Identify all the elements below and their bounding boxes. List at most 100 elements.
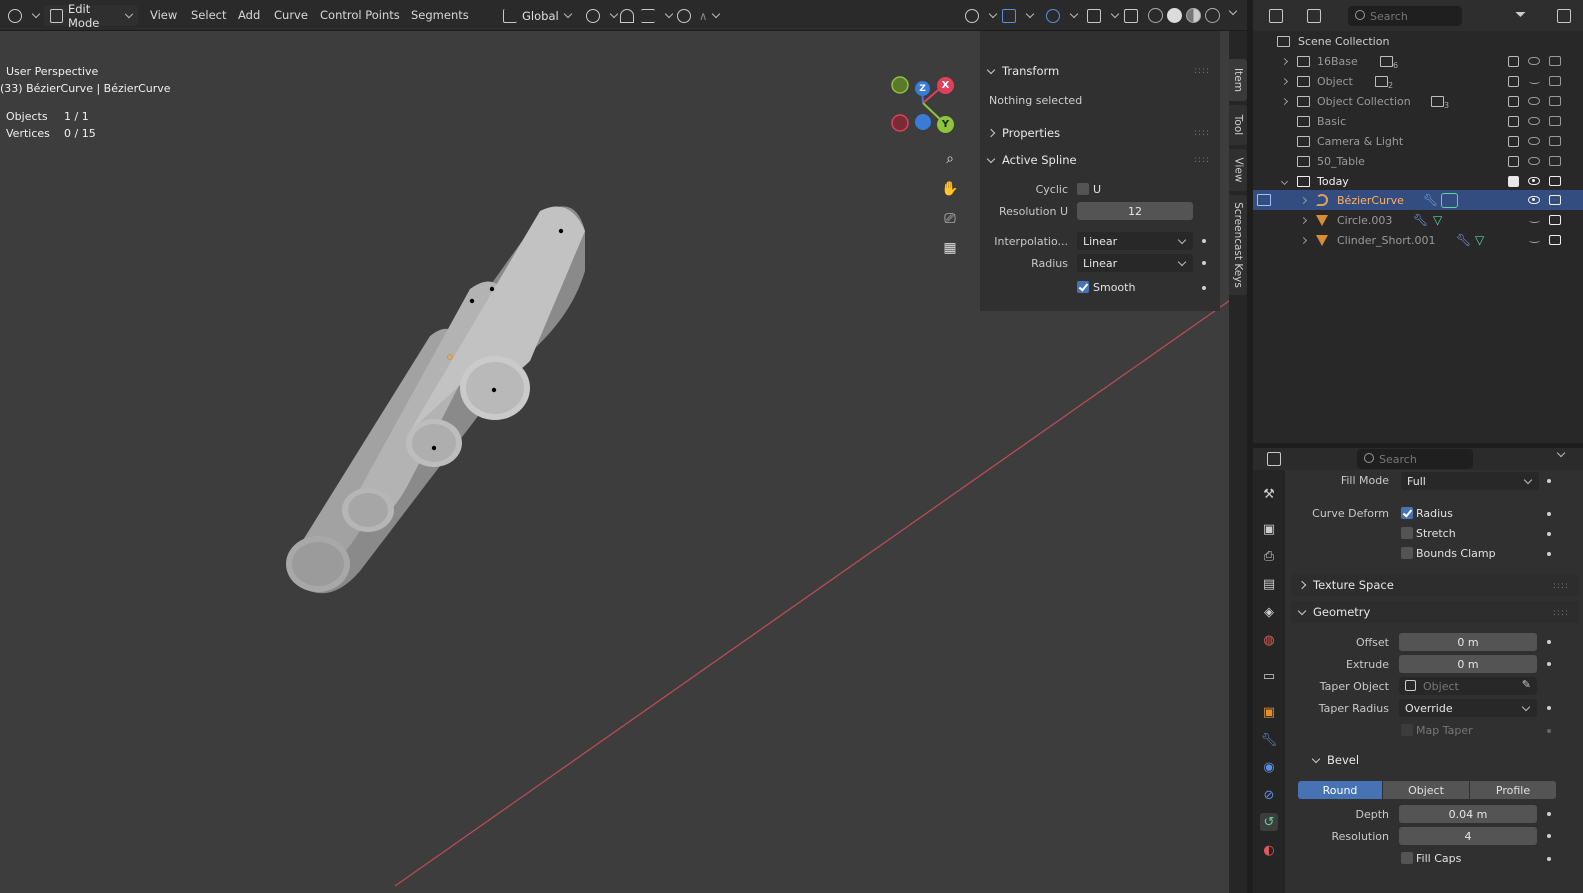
view-layer-tab-icon[interactable]: ▤ [1260, 575, 1278, 593]
wrench-modifier-icon[interactable]: 🔧︎ [1456, 233, 1471, 247]
tab-screencast-keys[interactable]: Screencast Keys [1229, 195, 1247, 295]
interpolation-dropdown[interactable]: Linear [1077, 232, 1193, 250]
keyframe-dot-icon[interactable] [1202, 261, 1206, 265]
object-tab-icon[interactable]: ▣ [1260, 703, 1278, 721]
outliner-row-50-table[interactable]: 50_Table [1253, 151, 1583, 171]
drag-grip-icon[interactable]: :::: [1194, 66, 1210, 76]
menu-view[interactable]: View [150, 8, 177, 22]
outliner-row-beziercurve[interactable]: BézierCurve 🔧︎ [1253, 190, 1583, 210]
expand-icon[interactable] [1299, 196, 1308, 204]
ortho-grid-icon[interactable]: ▦ [938, 236, 962, 260]
eyedropper-icon[interactable]: ✎ [1522, 678, 1531, 691]
gizmo-y-handle[interactable]: Y [937, 116, 954, 133]
xray-button[interactable] [1124, 5, 1143, 26]
wrench-modifier-icon[interactable]: 🔧︎ [1423, 193, 1438, 207]
bevel-round-button[interactable]: Round [1298, 781, 1382, 799]
bevel-object-button[interactable]: Object [1383, 781, 1469, 799]
keyframe-dot-icon[interactable] [1547, 812, 1551, 816]
eye-icon[interactable] [1528, 177, 1540, 185]
editor-type-icon[interactable] [1269, 9, 1283, 23]
camera-icon[interactable] [1549, 116, 1561, 126]
taper-object-field[interactable]: Object ✎ [1399, 677, 1537, 695]
world-tab-icon[interactable]: ◍ [1260, 631, 1278, 649]
properties-panel-header[interactable]: Properties [986, 126, 1060, 140]
outliner-row-basic[interactable]: Basic [1253, 111, 1583, 131]
snap-button[interactable] [620, 5, 639, 26]
stretch-checkbox[interactable] [1401, 527, 1413, 539]
gizmo-x-handle[interactable]: X [937, 77, 954, 94]
map-taper-checkbox[interactable] [1401, 724, 1413, 736]
menu-add[interactable]: Add [238, 8, 260, 22]
camera-icon[interactable] [1549, 176, 1561, 186]
fill-mode-dropdown[interactable]: Full [1401, 472, 1539, 490]
outliner-row-scene-collection[interactable]: Scene Collection [1253, 31, 1583, 51]
camera-icon[interactable] [1549, 56, 1561, 66]
keyframe-dot-icon[interactable] [1547, 729, 1551, 733]
chevron-down-icon[interactable] [1556, 448, 1566, 458]
keyframe-dot-icon[interactable] [1547, 479, 1551, 483]
proportional-edit-button[interactable] [677, 5, 696, 26]
tool-tab-icon[interactable]: ⚒ [1260, 485, 1278, 503]
mode-selector[interactable]: Edit Mode [44, 2, 138, 30]
display-mode-icon[interactable] [1307, 9, 1321, 23]
drag-grip-icon[interactable]: :::: [1553, 608, 1569, 618]
exclude-checkbox[interactable] [1508, 135, 1519, 147]
eye-closed-icon[interactable] [1529, 79, 1540, 84]
rendered-shading-icon[interactable] [1205, 8, 1220, 23]
taper-radius-dropdown[interactable]: Override [1399, 699, 1537, 717]
curve-data-icon[interactable] [1441, 192, 1458, 208]
radius-interp-dropdown[interactable]: Linear [1077, 254, 1193, 272]
exclude-checkbox[interactable] [1508, 75, 1519, 87]
orientation-selector[interactable]: Global [503, 5, 572, 26]
eye-icon[interactable] [1528, 196, 1540, 204]
outliner-row-circle003[interactable]: Circle.003 🔧︎ ▽ [1253, 210, 1583, 230]
keyframe-dot-icon[interactable] [1202, 286, 1206, 290]
gizmo-toggle-button[interactable] [1002, 5, 1035, 26]
eye-icon[interactable] [1528, 117, 1540, 125]
properties-search-input[interactable]: Search [1357, 449, 1473, 469]
eye-closed-icon[interactable] [1529, 238, 1540, 243]
expand-icon[interactable] [1299, 216, 1308, 224]
eye-icon[interactable] [1528, 57, 1540, 65]
keyframe-dot-icon[interactable] [1547, 834, 1551, 838]
outliner-row-object-collection[interactable]: Object Collection 3 [1253, 91, 1583, 111]
falloff-button[interactable]: ∧ [699, 5, 721, 26]
collapse-icon[interactable] [1280, 177, 1289, 185]
texture-space-panel-header[interactable]: Texture Space [1291, 574, 1579, 596]
pan-hand-icon[interactable]: ✋ [938, 177, 962, 201]
tab-tool[interactable]: Tool [1229, 105, 1247, 145]
keyframe-dot-icon[interactable] [1547, 640, 1551, 644]
fill-caps-checkbox[interactable] [1401, 852, 1413, 864]
outliner-row-16base[interactable]: 16Base 6 [1253, 51, 1583, 71]
camera-icon[interactable] [1549, 136, 1561, 146]
editor-type-icon[interactable] [1267, 452, 1281, 466]
camera-icon[interactable] [1549, 96, 1561, 106]
outliner-search-input[interactable]: Search [1348, 6, 1462, 26]
geometry-panel-header[interactable]: Geometry [1291, 601, 1579, 623]
pivot-button[interactable] [586, 5, 619, 26]
eye-icon[interactable] [1528, 137, 1540, 145]
keyframe-dot-icon[interactable] [1202, 239, 1206, 243]
offset-field[interactable]: 0 m [1399, 633, 1537, 651]
exclude-checkbox[interactable] [1508, 155, 1519, 167]
exclude-checkbox[interactable] [1508, 95, 1519, 107]
mesh-edit-overlay-button[interactable] [1087, 5, 1120, 26]
outliner-row-camera-light[interactable]: Camera & Light [1253, 131, 1583, 151]
camera-icon[interactable] [1549, 76, 1561, 86]
overlay-toggle-button[interactable] [1046, 5, 1079, 26]
collection-tab-icon[interactable]: ▭ [1260, 667, 1278, 685]
shading-options-icon[interactable] [1228, 6, 1238, 16]
wireframe-shading-icon[interactable] [1148, 8, 1163, 23]
eye-icon[interactable] [1528, 97, 1540, 105]
outliner-row-object[interactable]: Object 2 [1253, 71, 1583, 91]
solid-shading-icon[interactable] [1167, 8, 1182, 23]
menu-curve[interactable]: Curve [274, 8, 308, 22]
modifier-tab-icon[interactable]: 🔧︎ [1260, 731, 1278, 749]
expand-icon[interactable] [1299, 236, 1308, 244]
expand-icon[interactable] [1280, 77, 1289, 85]
menu-select[interactable]: Select [191, 8, 226, 22]
menu-control-points[interactable]: Control Points [320, 8, 400, 22]
material-tab-icon[interactable]: ◐ [1260, 841, 1278, 859]
smooth-checkbox[interactable] [1077, 281, 1089, 293]
extrude-field[interactable]: 0 m [1399, 655, 1537, 673]
